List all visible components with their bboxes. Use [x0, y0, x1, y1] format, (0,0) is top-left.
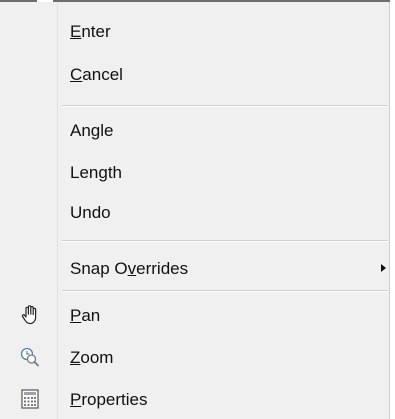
hand-pan-icon [19, 304, 41, 326]
menu-item-label: Cancel [70, 64, 123, 84]
menu-item-zoom[interactable]: Zoom [0, 340, 388, 374]
menu-separator [62, 290, 388, 292]
menu-separator [62, 240, 388, 242]
menu-item-label: Angle [70, 120, 114, 140]
menu-item-angle[interactable]: Angle [0, 113, 388, 147]
menu-item-label: Zoom [70, 347, 114, 367]
submenu-arrow-icon [381, 264, 386, 272]
menu-item-undo[interactable]: Undo [0, 195, 388, 229]
context-menu: Enter Cancel Angle Length Undo Snap Over… [0, 2, 390, 419]
menu-item-cancel[interactable]: Cancel [0, 57, 388, 91]
zoom-magnifier-clock-icon [19, 346, 41, 368]
menu-item-label: Undo [70, 202, 111, 222]
menu-item-label: Length [70, 162, 122, 182]
menu-item-enter[interactable]: Enter [0, 14, 388, 48]
menu-item-length[interactable]: Length [0, 155, 388, 189]
menu-item-snap-overrides[interactable]: Snap Overrides [0, 251, 388, 285]
menu-item-label: Properties [70, 389, 148, 409]
menu-item-properties[interactable]: Properties [0, 382, 388, 416]
properties-grid-icon [19, 388, 41, 410]
menu-item-label: Enter [70, 21, 111, 41]
menu-item-pan[interactable]: Pan [0, 298, 388, 332]
menu-separator [62, 105, 388, 107]
menu-item-label: Snap Overrides [70, 258, 189, 278]
menu-item-label: Pan [70, 305, 101, 325]
